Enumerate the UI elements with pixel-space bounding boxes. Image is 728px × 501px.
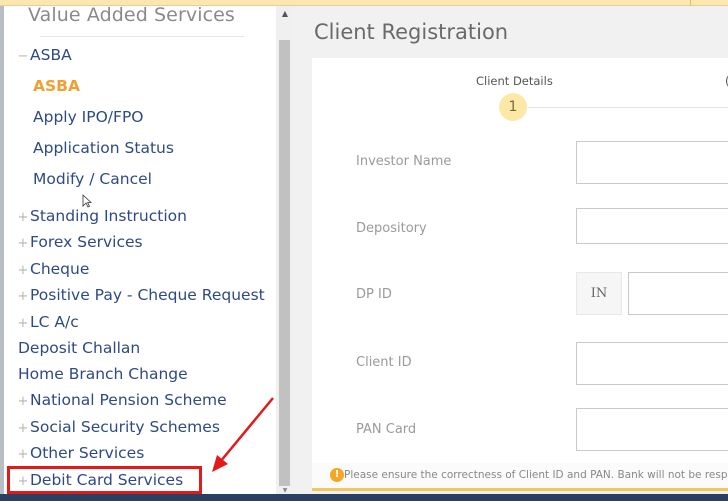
sidebar-item-national-pension-scheme[interactable]: +National Pension Scheme: [16, 388, 227, 412]
pan-card-input[interactable]: [576, 408, 728, 451]
sidebar-item-debit-card-services[interactable]: +Debit Card Services: [16, 468, 184, 492]
menu-label: Cheque: [30, 260, 90, 278]
main-content: Client Registration Client Details ( 1 I…: [294, 6, 728, 496]
sidebar-divider: [40, 36, 244, 37]
sidebar-item-deposit-challan[interactable]: Deposit Challan: [18, 336, 140, 360]
sidebar-title: Value Added Services: [28, 6, 235, 26]
menu-label: Home Branch Change: [18, 365, 188, 383]
expand-icon: +: [17, 289, 29, 304]
menu-label: Deposit Challan: [18, 339, 141, 357]
expand-icon: +: [17, 447, 29, 462]
client-id-input[interactable]: [576, 342, 728, 385]
menu-label: Social Security Schemes: [30, 418, 220, 436]
dp-id-label: DP ID: [356, 287, 392, 302]
menu-label: Other Services: [30, 444, 145, 462]
sidebar-item-other-services[interactable]: +Other Services: [16, 441, 145, 465]
sidebar-item-lc-ac[interactable]: +LC A/c: [16, 310, 79, 334]
investor-name-input[interactable]: [576, 141, 728, 184]
menu-label: Standing Instruction: [30, 207, 187, 225]
sidebar-item-forex-services[interactable]: +Forex Services: [16, 230, 143, 254]
sidebar-menu: Value Added Services −ASBA ASBA Apply IP…: [4, 6, 276, 494]
menu-label: ASBA: [33, 77, 80, 95]
pan-card-label: PAN Card: [356, 422, 417, 437]
notice-text: Please ensure the correctness of Client …: [344, 469, 728, 481]
warning-icon: !: [330, 468, 344, 482]
stepper-connector: [528, 107, 728, 108]
taskbar-edge: [0, 494, 728, 501]
sidebar-item-cheque[interactable]: +Cheque: [16, 257, 90, 281]
step-indicator-1[interactable]: 1: [499, 93, 527, 121]
expand-icon: +: [17, 421, 29, 436]
expand-icon: +: [17, 316, 29, 331]
sidebar-item-standing-instruction[interactable]: +Standing Instruction: [16, 204, 187, 228]
expand-icon: +: [17, 210, 29, 225]
expand-icon: +: [17, 263, 29, 278]
menu-label: Modify / Cancel: [33, 170, 152, 188]
scroll-up-arrow-icon[interactable]: ▲: [276, 6, 294, 36]
expand-icon: +: [17, 236, 29, 251]
collapse-icon: −: [17, 49, 29, 64]
page-title: Client Registration: [314, 20, 509, 44]
depository-input[interactable]: [576, 208, 728, 244]
mouse-cursor-icon: [82, 194, 92, 208]
registration-form-card: Client Details ( 1 Investor Name Deposit…: [312, 58, 728, 463]
menu-label: Positive Pay - Cheque Request: [30, 286, 265, 304]
menu-label: Application Status: [33, 139, 174, 157]
dp-id-input[interactable]: [628, 272, 728, 315]
menu-label: National Pension Scheme: [30, 391, 227, 409]
sidebar-item-asba-group[interactable]: −ASBA: [16, 43, 72, 67]
sidebar-item-home-branch-change[interactable]: Home Branch Change: [18, 362, 188, 386]
menu-label: Forex Services: [30, 233, 143, 251]
expand-icon: +: [17, 394, 29, 409]
notice-banner: ! Please ensure the correctness of Clien…: [312, 463, 728, 491]
menu-label: Debit Card Services: [30, 471, 184, 489]
scroll-thumb[interactable]: [279, 40, 290, 486]
sidebar-item-application-status[interactable]: Application Status: [33, 136, 174, 160]
step-label-client-details[interactable]: Client Details: [476, 74, 553, 88]
menu-label: ASBA: [30, 46, 72, 64]
menu-label: Apply IPO/FPO: [33, 108, 144, 126]
sidebar-item-modify-cancel[interactable]: Modify / Cancel: [33, 167, 152, 191]
client-id-label: Client ID: [356, 355, 412, 370]
sidebar-item-positive-pay[interactable]: +Positive Pay - Cheque Request: [16, 283, 265, 307]
sidebar-item-asba[interactable]: ASBA: [33, 74, 80, 98]
menu-label: LC A/c: [30, 313, 79, 331]
sidebar-scrollbar[interactable]: ▲ ▼: [276, 6, 294, 496]
depository-label: Depository: [356, 221, 427, 236]
dp-id-prefix: IN: [576, 272, 622, 315]
expand-icon: +: [17, 474, 29, 489]
sidebar-item-apply-ipo-fpo[interactable]: Apply IPO/FPO: [33, 105, 144, 129]
investor-name-label: Investor Name: [356, 154, 452, 169]
sidebar-item-social-security-schemes[interactable]: +Social Security Schemes: [16, 415, 220, 439]
